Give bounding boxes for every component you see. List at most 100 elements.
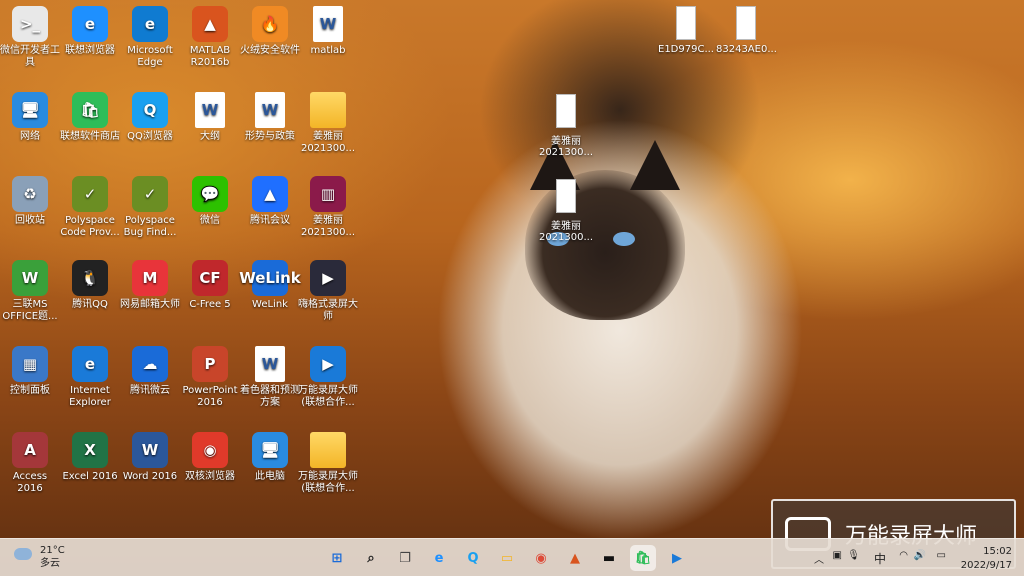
weather-widget[interactable]: 21°C 多云 (14, 544, 65, 570)
desktop-icon[interactable]: ▶ 万能录屏大师(联想合作... (298, 342, 358, 409)
desktop-icon-label: WeLink (252, 299, 288, 310)
desktop-icon[interactable]: e Internet Explorer (60, 342, 120, 409)
app-icon: ▶ (310, 260, 346, 296)
task-view-icon[interactable]: ❐ (392, 545, 418, 571)
desktop-icon[interactable]: e 联想浏览器 (60, 2, 120, 57)
desktop-icon-label: Access 2016 (12, 471, 48, 494)
desktop-icon[interactable]: ✓ Polyspace Bug Find... (120, 172, 180, 239)
qq-browser-icon[interactable]: Q (460, 545, 486, 571)
desktop-icon[interactable]: W 三联MS OFFICE题... (0, 256, 60, 323)
desktop-icon[interactable]: X Excel 2016 (60, 428, 120, 483)
desktop-icon[interactable]: 🛍 联想软件商店 (60, 88, 120, 143)
desktop-icon-label: 火绒安全软件 (240, 45, 300, 56)
desktop-icon[interactable]: A Access 2016 (0, 428, 60, 495)
wifi-icon[interactable]: ◠ (899, 550, 908, 561)
app-icon: W (195, 92, 225, 128)
microphone-icon[interactable]: 🎙 (847, 550, 860, 561)
desktop-file-label: E1D979C... (658, 44, 714, 55)
clock-date: 2022/9/17 (960, 560, 1012, 571)
desktop-icon[interactable]: M 网易邮箱大师 (120, 256, 180, 311)
desktop-icon-label: 姜雅丽 2021300... (300, 131, 356, 154)
app-icon: ▥ (310, 176, 346, 212)
desktop-file[interactable]: 姜雅丽 2021300... (536, 90, 596, 158)
start-icon[interactable]: ⊞ (324, 545, 350, 571)
desktop-icon[interactable]: P PowerPoint 2016 (180, 342, 240, 409)
clock-time: 15:02 (983, 546, 1012, 557)
desktop-icon-label: 三联MS OFFICE题... (2, 299, 58, 322)
desktop-icon[interactable]: ▲ MATLAB R2016b (180, 2, 240, 69)
desktop-icon[interactable]: ▲ 腾讯会议 (240, 172, 300, 227)
desktop-icon-label: 形势与政策 (245, 131, 295, 142)
desktop-icon[interactable]: 🖥 此电脑 (240, 428, 300, 483)
ime-indicator[interactable]: 中 (874, 550, 886, 567)
desktop-icon-label: 网络 (20, 131, 40, 142)
app-icon: ☁ (132, 346, 168, 382)
app-icon: W (313, 6, 343, 42)
desktop-icon[interactable]: 万能录屏大师(联想合作... (298, 428, 358, 495)
app-icon: W (12, 260, 48, 296)
chrome-icon[interactable]: ◉ (528, 545, 554, 571)
desktop[interactable]: >_ 微信开发者工具 e 联想浏览器 e Microsoft Edge ▲ MATLAB R2… (0, 0, 1024, 576)
desktop-icon-label: 着色器和预测方案 (240, 385, 300, 408)
desktop-icon[interactable]: W Word 2016 (120, 428, 180, 483)
app-icon (310, 92, 346, 128)
matlab-icon[interactable]: ▲ (562, 545, 588, 571)
battery-icon[interactable]: ▭ (937, 550, 946, 561)
chevron-up-icon[interactable]: ︿ (814, 551, 824, 566)
desktop-icon-label: 此电脑 (255, 471, 285, 482)
clock[interactable]: 15:02 2022/9/17 (952, 545, 1012, 573)
desktop-icon-label: 网易邮箱大师 (120, 299, 180, 310)
file-explorer-icon[interactable]: ▭ (494, 545, 520, 571)
desktop-icon[interactable]: ▦ 控制面板 (0, 342, 60, 397)
app-store-icon[interactable]: 🛍 (630, 545, 656, 571)
desktop-icon[interactable]: ♻ 回收站 (0, 172, 60, 227)
desktop-icon-label: 微信开发者工具 (0, 45, 60, 68)
desktop-icon[interactable]: 姜雅丽 2021300... (298, 88, 358, 155)
desktop-icon[interactable]: ☁ 腾讯微云 (120, 342, 180, 397)
edge-lenovo-icon[interactable]: e (426, 545, 452, 571)
desktop-icon-label: Excel 2016 (62, 471, 118, 482)
desktop-icon[interactable]: W 着色器和预测方案 (240, 342, 300, 409)
desktop-icon-label: 嗨格式录屏大师 (298, 299, 358, 322)
screen-recorder-icon[interactable]: ▶ (664, 545, 690, 571)
app-icon: ▦ (12, 346, 48, 382)
desktop-icon[interactable]: Wmatlab (298, 2, 358, 57)
desktop-icon[interactable]: W 大纲 (180, 88, 240, 143)
app-icon: 🖥 (252, 432, 288, 468)
desktop-icon[interactable]: ▶ 嗨格式录屏大师 (298, 256, 358, 323)
desktop-icon-label: 腾讯QQ (72, 299, 108, 310)
desktop-icon[interactable]: WeLink WeLink (239, 256, 301, 311)
desktop-icon[interactable]: ◉ 双核浏览器 (180, 428, 240, 483)
desktop-file[interactable]: 83243AE0... (716, 2, 777, 55)
app-icon: W (132, 432, 168, 468)
weather-desc: 多云 (40, 558, 60, 569)
desktop-icon-label: Polyspace Code Prov... (60, 215, 120, 238)
desktop-icon[interactable]: 💬 微信 (180, 172, 240, 227)
app-icon: WeLink (239, 260, 301, 296)
desktop-icon[interactable]: ▥ 姜雅丽 2021300... (298, 172, 358, 239)
terminal-icon[interactable]: ▬ (596, 545, 622, 571)
app-icon: M (132, 260, 168, 296)
desktop-icon[interactable]: >_ 微信开发者工具 (0, 2, 60, 69)
desktop-icon-label: MATLAB R2016b (189, 45, 231, 68)
desktop-icon[interactable]: Q QQ浏览器 (120, 88, 180, 143)
volume-icon[interactable]: 🔊 (914, 550, 926, 561)
taskbar: 21°C 多云 ⊞ ⌕ ❐ e Q ▭ ◉ ▲ ▬ 🛍 ▶ ︿ ▣ 🎙 中 ◠ 🔊 ▭ 15:02 … (0, 538, 1024, 576)
cat-eye-right (613, 232, 635, 246)
desktop-icon-label: 双核浏览器 (185, 471, 235, 482)
desktop-icon[interactable]: 🐧 腾讯QQ (60, 256, 120, 311)
desktop-file[interactable]: E1D979C... (656, 2, 716, 55)
app-icon: 🛍 (72, 92, 108, 128)
app-icon: ▶ (310, 346, 346, 382)
desktop-file[interactable]: 姜雅丽 2021300... (536, 175, 596, 243)
desktop-icon-label: 联想浏览器 (65, 45, 115, 56)
desktop-icon[interactable]: 🖥 网络 (0, 88, 60, 143)
defender-icon[interactable]: ▣ (833, 550, 842, 561)
desktop-icon[interactable]: ✓ Polyspace Code Prov... (60, 172, 120, 239)
desktop-icon[interactable]: e Microsoft Edge (120, 2, 180, 69)
search-icon[interactable]: ⌕ (358, 545, 384, 571)
app-icon: Q (132, 92, 168, 128)
desktop-icon[interactable]: W 形势与政策 (240, 88, 300, 143)
desktop-icon[interactable]: 🔥 火绒安全软件 (240, 2, 300, 57)
desktop-icon[interactable]: CF C-Free 5 (180, 256, 240, 311)
